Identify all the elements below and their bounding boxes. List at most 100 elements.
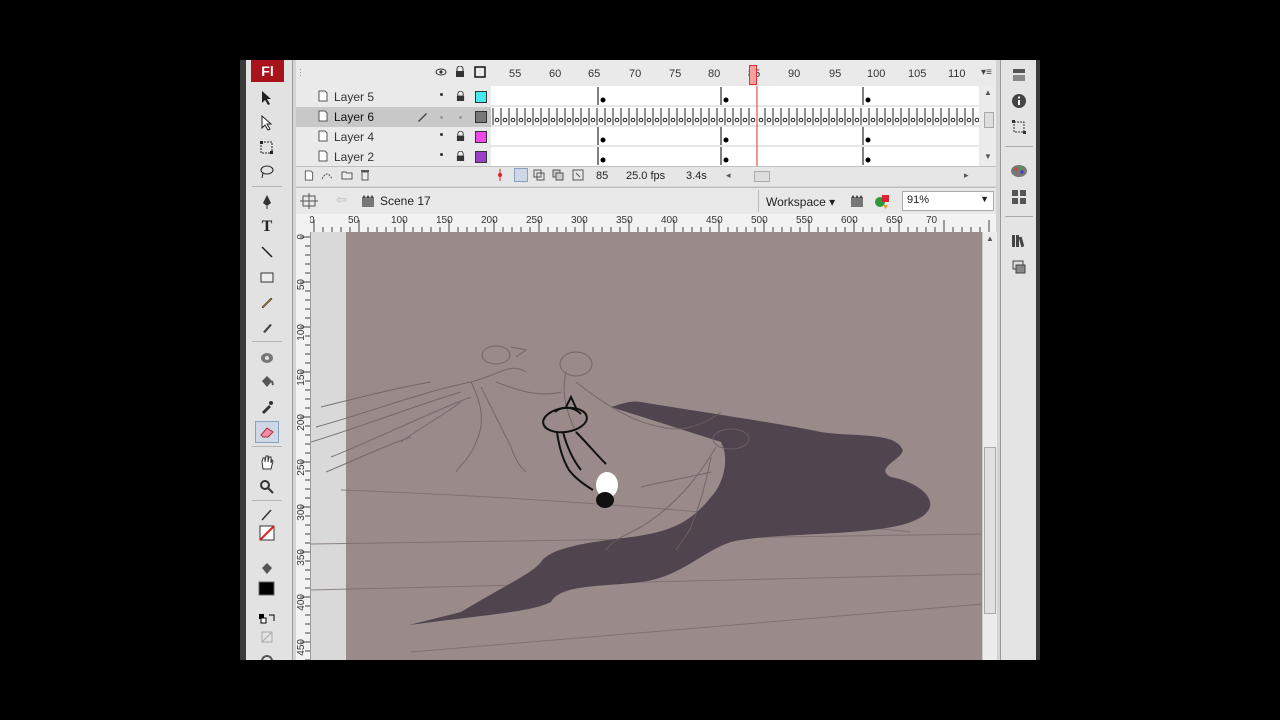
onion-outlines-icon[interactable] <box>533 169 545 184</box>
onion-skin-icon[interactable] <box>514 168 528 182</box>
visibility-dot[interactable] <box>440 153 443 156</box>
frame-number: 70 <box>629 68 642 80</box>
frames-grid[interactable] <box>491 86 979 166</box>
visibility-dot[interactable] <box>440 116 443 119</box>
edit-symbols-icon[interactable] <box>874 193 892 212</box>
zoom-icon[interactable] <box>255 476 279 498</box>
paint-bucket-icon[interactable] <box>255 371 279 393</box>
ruler-label: 100 <box>296 324 307 341</box>
keyframe-dot <box>894 117 900 123</box>
lock-dot[interactable] <box>459 116 462 119</box>
layer-row[interactable]: Layer 2 <box>296 147 491 167</box>
lock-icon[interactable] <box>455 65 465 81</box>
ink-bottle-icon[interactable] <box>255 346 279 368</box>
pasteboard[interactable] <box>311 232 983 660</box>
free-transform-icon[interactable] <box>255 137 279 159</box>
keyframe-dot <box>686 117 692 123</box>
eraser-icon[interactable] <box>255 421 279 443</box>
subselection-icon[interactable] <box>255 112 279 134</box>
new-folder-icon[interactable] <box>341 170 353 183</box>
workspace-menu[interactable]: Workspace ▾ <box>766 195 835 209</box>
center-frame-icon[interactable] <box>496 169 504 184</box>
frame-ruler[interactable]: 55 60 65 70 75 80 85 90 95 100 105 110 <box>491 63 981 85</box>
motion-guide-icon[interactable] <box>321 169 333 184</box>
layer-color-swatch[interactable] <box>475 151 487 163</box>
scroll-thumb[interactable] <box>984 447 996 614</box>
ruler-label: 500 <box>751 215 768 226</box>
rectangle-icon[interactable] <box>255 266 279 288</box>
keyframe-dot <box>702 117 708 123</box>
align-icon[interactable] <box>1007 256 1031 278</box>
text-icon[interactable]: T <box>255 216 279 238</box>
zoom-combobox[interactable]: 91% ▼ <box>902 191 994 211</box>
playhead[interactable] <box>749 65 757 85</box>
keyframe-dot <box>494 117 500 123</box>
edit-scene-icon[interactable] <box>849 193 867 212</box>
layer-color-swatch[interactable] <box>475 91 487 103</box>
ruler-label: 450 <box>296 639 307 656</box>
lock-icon[interactable] <box>456 130 465 145</box>
frame-number: 80 <box>708 68 721 80</box>
timeline-hscroll[interactable]: ◂ ▸ <box>724 170 974 182</box>
color-icon[interactable] <box>1007 160 1031 182</box>
layer-row[interactable]: Layer 4 <box>296 127 491 147</box>
pencil-edit-icon <box>417 110 429 125</box>
pencil-icon[interactable] <box>255 291 279 313</box>
keyframe-dot <box>694 117 700 123</box>
scene-panel-icon[interactable] <box>300 193 318 212</box>
frame-rate: 25.0 fps <box>626 170 666 182</box>
delete-layer-icon[interactable] <box>360 169 370 184</box>
ruler-label: 400 <box>296 594 307 611</box>
timeline-menu-icon[interactable]: ▾≡ <box>981 67 992 78</box>
layer-color-swatch[interactable] <box>475 131 487 143</box>
fill-color-icon[interactable] <box>255 558 279 580</box>
chevron-down-icon[interactable]: ▼ <box>980 194 989 204</box>
modify-markers-icon[interactable] <box>572 169 584 184</box>
visibility-dot[interactable] <box>440 133 443 136</box>
keyframe-dot <box>910 117 916 123</box>
keyframe-dot <box>918 117 924 123</box>
snap-magnet-icon[interactable] <box>255 646 279 660</box>
swatches-icon[interactable] <box>1007 186 1031 208</box>
keyframe-dot <box>902 117 908 123</box>
stage-canvas[interactable] <box>311 232 983 660</box>
visibility-dot[interactable] <box>440 93 443 96</box>
lock-icon[interactable] <box>456 90 465 105</box>
ruler-label: 0 <box>296 234 307 240</box>
new-layer-icon[interactable] <box>304 170 314 184</box>
stage-vscroll[interactable]: ▲ <box>982 232 997 660</box>
stroke-swatch[interactable] <box>255 522 279 544</box>
layer-row-selected[interactable]: Layer 6 <box>296 107 491 127</box>
layer-color-swatch[interactable] <box>475 111 487 123</box>
fill-swatch[interactable] <box>255 578 279 600</box>
timeline-vscroll[interactable]: ▲ ▼ <box>981 86 995 166</box>
timeline-header: 55 60 65 70 75 80 85 90 95 100 105 110 ▾… <box>296 63 996 85</box>
hand-icon[interactable] <box>255 451 279 473</box>
panel-collapse-bar[interactable] <box>1036 60 1040 660</box>
lock-icon[interactable] <box>456 150 465 165</box>
edit-multiple-icon[interactable] <box>552 169 564 184</box>
back-arrow-icon[interactable]: ⇦ <box>336 192 347 208</box>
ruler-label: 250 <box>526 215 543 226</box>
lasso-icon[interactable] <box>255 161 279 183</box>
eyedropper-icon[interactable] <box>255 396 279 418</box>
outline-icon[interactable] <box>474 66 486 81</box>
ruler-label: 600 <box>841 215 858 226</box>
keyframe-dot <box>806 117 812 123</box>
eye-icon[interactable] <box>435 67 447 80</box>
no-color-icon[interactable] <box>255 626 279 648</box>
info-icon[interactable] <box>1007 90 1031 112</box>
keyframe-dot <box>750 117 756 123</box>
pen-icon[interactable] <box>255 191 279 213</box>
line-icon[interactable] <box>255 241 279 263</box>
layer-icon <box>318 130 328 145</box>
transform-icon[interactable] <box>1007 116 1031 138</box>
ruler-label: 350 <box>296 549 307 566</box>
layer-row[interactable]: Layer 5 <box>296 87 491 107</box>
properties-icon[interactable] <box>1007 64 1031 86</box>
library-icon[interactable] <box>1007 230 1031 252</box>
panel-collapse-bar[interactable] <box>240 60 246 660</box>
brush-icon[interactable] <box>255 316 279 338</box>
selection-icon[interactable] <box>255 87 279 109</box>
keyframe-dot <box>934 117 940 123</box>
